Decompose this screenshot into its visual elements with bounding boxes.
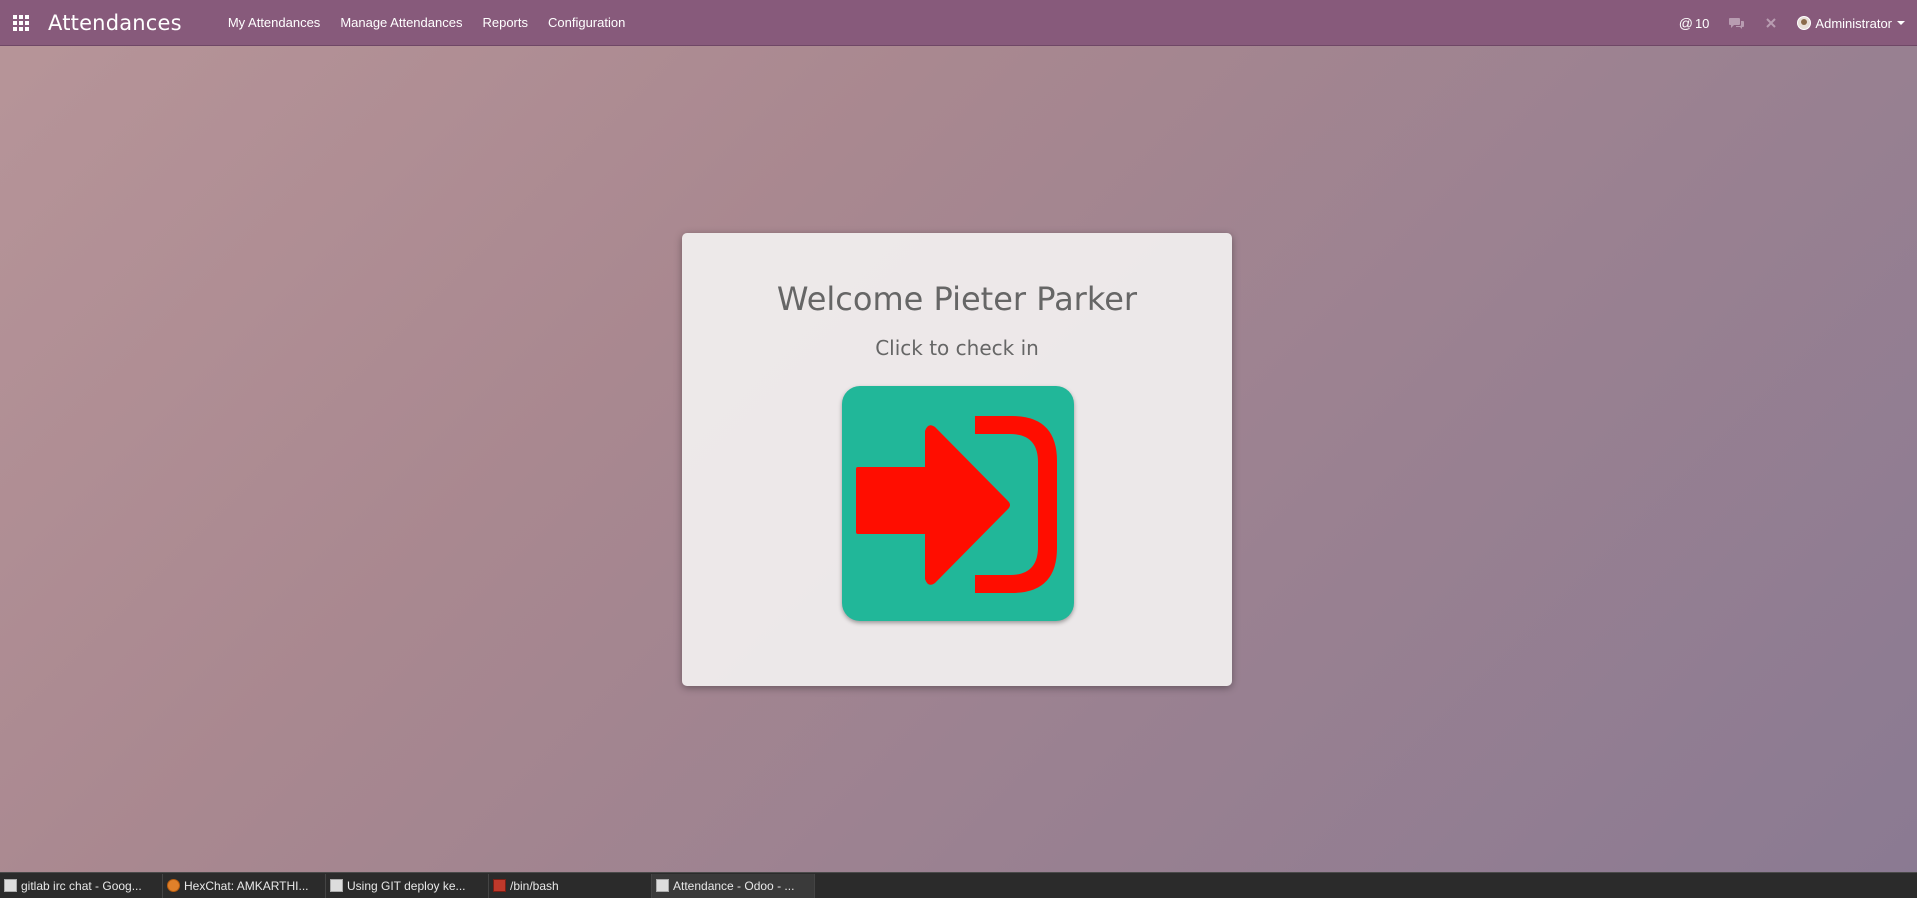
- grid-icon: [13, 14, 29, 31]
- chat-bubbles-icon: [1729, 17, 1745, 29]
- mentions-button[interactable]: @ 10: [1669, 15, 1720, 31]
- activity-button[interactable]: [1755, 17, 1787, 29]
- sign-in-icon: [856, 416, 1057, 593]
- task-label: Using GIT deploy ke...: [347, 878, 466, 893]
- welcome-heading: Welcome Pieter Parker: [776, 280, 1138, 318]
- chat-button[interactable]: [1719, 17, 1755, 30]
- user-menu[interactable]: Administrator: [1787, 16, 1917, 31]
- task-label: Attendance - Odoo - ...: [673, 878, 795, 893]
- taskbar-item-hexchat[interactable]: HexChat: AMKARTHI...: [163, 873, 326, 898]
- user-name: Administrator: [1815, 15, 1892, 31]
- menu-item-manage-attendances[interactable]: Manage Attendances: [330, 0, 472, 46]
- browser-window-icon: [656, 879, 669, 892]
- at-sign-icon: @: [1678, 15, 1693, 31]
- taskbar-item-gitlab-chat[interactable]: gitlab irc chat - Goog...: [0, 873, 163, 898]
- top-navbar: Attendances My Attendances Manage Attend…: [0, 0, 1917, 46]
- terminal-icon: [493, 879, 506, 892]
- check-in-button[interactable]: [842, 386, 1074, 621]
- caret-down-icon: [1897, 21, 1905, 25]
- task-label: HexChat: AMKARTHI...: [184, 878, 309, 893]
- taskbar-item-odoo-attendance[interactable]: Attendance - Odoo - ...: [652, 873, 815, 898]
- menu-item-reports[interactable]: Reports: [472, 0, 538, 46]
- hexchat-icon: [167, 879, 180, 892]
- taskbar-item-git-deploy[interactable]: Using GIT deploy ke...: [326, 873, 489, 898]
- browser-window-icon: [4, 879, 17, 892]
- close-icon: [1766, 18, 1777, 28]
- avatar: [1797, 16, 1812, 30]
- checkin-instruction: Click to check in: [875, 336, 1039, 360]
- browser-window-icon: [330, 879, 343, 892]
- checkin-card: Welcome Pieter Parker Click to check in: [682, 233, 1232, 686]
- menu-item-configuration[interactable]: Configuration: [538, 0, 635, 46]
- mentions-count: 10: [1694, 15, 1710, 31]
- menu-item-my-attendances[interactable]: My Attendances: [218, 0, 331, 46]
- systray: @ 10 Administrator: [1669, 0, 1917, 46]
- task-label: gitlab irc chat - Goog...: [21, 878, 142, 893]
- main-menu: My Attendances Manage Attendances Report…: [218, 0, 636, 46]
- task-label: /bin/bash: [510, 878, 559, 893]
- apps-menu-icon[interactable]: [0, 0, 42, 46]
- taskbar-item-terminal[interactable]: /bin/bash: [489, 873, 652, 898]
- os-taskbar: gitlab irc chat - Goog... HexChat: AMKAR…: [0, 872, 1917, 898]
- app-title: Attendances: [48, 10, 182, 35]
